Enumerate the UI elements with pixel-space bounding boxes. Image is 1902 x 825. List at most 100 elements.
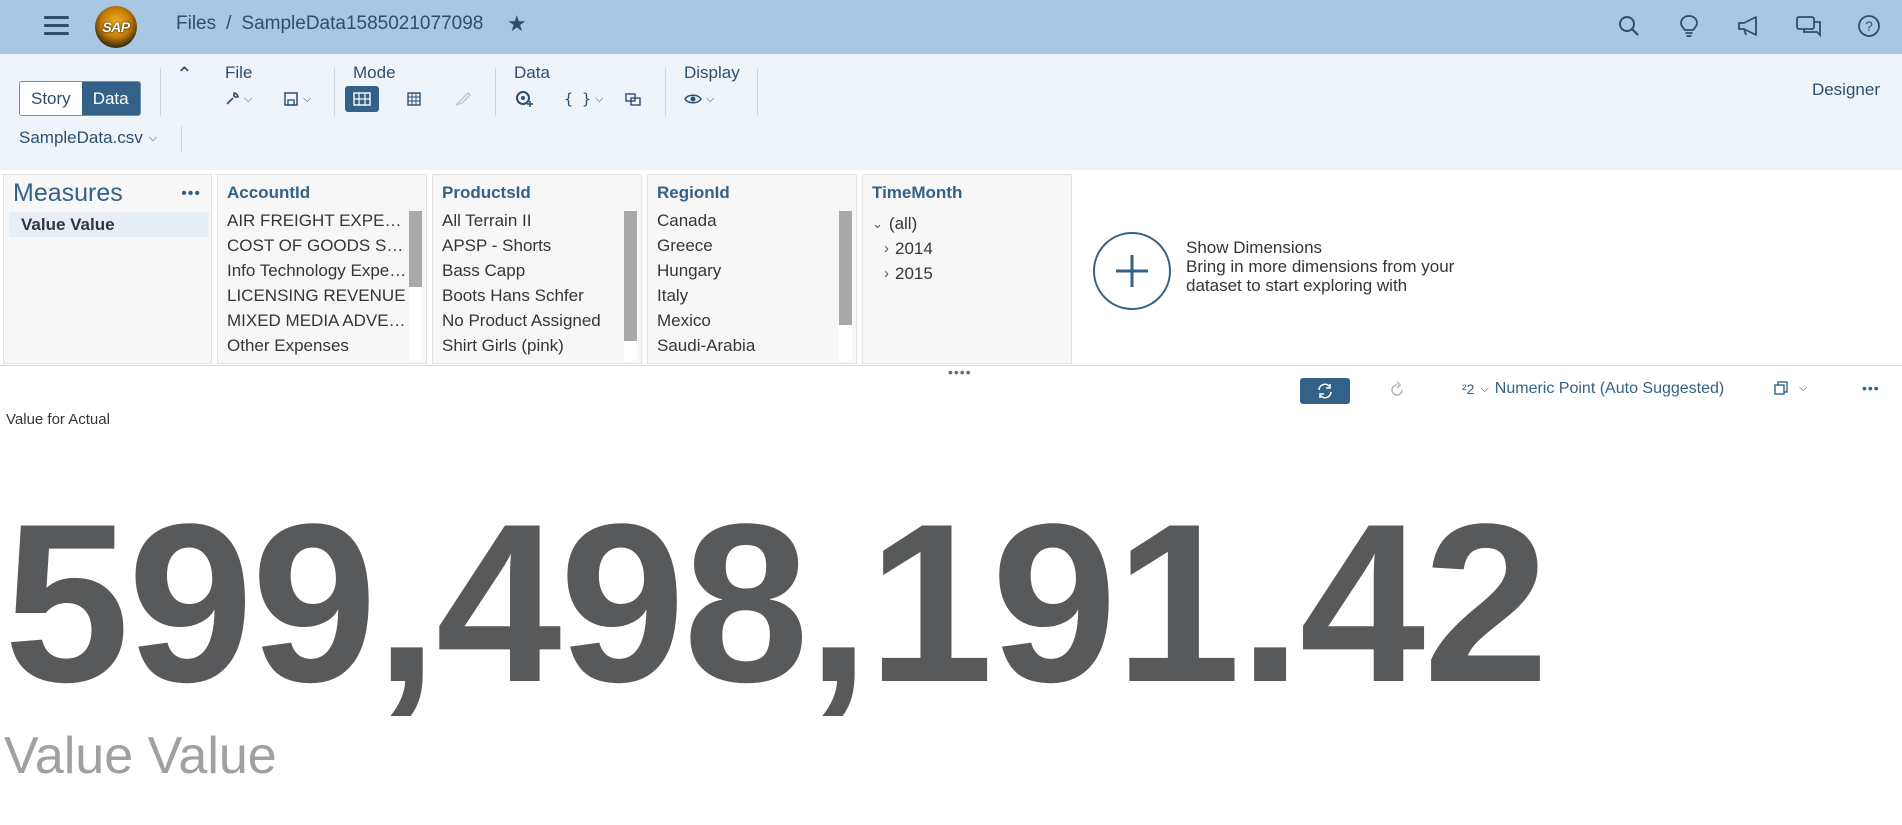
list-item[interactable]: Other Expenses xyxy=(227,336,408,361)
chart-toolbar: ²2 ⌵ Numeric Point (Auto Suggested) ⌵ ••… xyxy=(0,368,1902,412)
tree-node-2014[interactable]: › 2014 xyxy=(872,236,1053,261)
eye-icon xyxy=(684,94,702,104)
grid-chart-icon xyxy=(353,92,371,106)
scrollbar-thumb[interactable] xyxy=(839,211,852,325)
view-toggle: Story Data xyxy=(19,81,141,116)
list-item[interactable]: Mexico xyxy=(657,311,838,336)
chevron-down-icon[interactable]: ⌄ xyxy=(872,216,883,232)
tree-node-2015[interactable]: › 2015 xyxy=(872,261,1053,286)
designer-button[interactable]: Designer xyxy=(1812,80,1880,100)
refresh-icon[interactable] xyxy=(1388,381,1406,404)
region-card: RegionId Canada Greece Hungary Italy Mex… xyxy=(647,174,857,364)
table-icon xyxy=(407,92,421,106)
link-data-button[interactable] xyxy=(624,86,642,112)
copy-menu-button[interactable]: ⌵ xyxy=(1773,380,1807,396)
list-item[interactable]: Bass Capp xyxy=(442,261,623,286)
breadcrumb-files-link[interactable]: Files xyxy=(176,13,216,35)
wrangle-mode-button[interactable] xyxy=(454,86,472,112)
measure-item[interactable]: Value Value xyxy=(9,212,209,237)
chevron-down-icon: ⌵ xyxy=(706,92,715,105)
chevron-down-icon: ⌵ xyxy=(148,131,158,144)
more-options-icon[interactable]: ••• xyxy=(1862,380,1880,396)
dataset-selector[interactable]: SampleData.csv ⌵ xyxy=(19,128,157,148)
shell-bar: SAP Files / SampleData1585021077098 ★ ? xyxy=(0,0,1902,54)
time-card: TimeMonth ⌄ (all) › 2014 › 2015 xyxy=(862,174,1072,364)
list-item[interactable]: Hungary xyxy=(657,261,838,286)
dataset-add-icon xyxy=(516,91,533,107)
search-icon[interactable] xyxy=(1614,12,1644,40)
more-options-icon[interactable]: ••• xyxy=(181,185,201,203)
save-menu-button[interactable]: ⌵ xyxy=(283,86,311,112)
list-item[interactable]: Boots Hans Schfer xyxy=(442,286,623,311)
display-menu-button[interactable]: ⌵ xyxy=(684,86,714,112)
toolbar-divider xyxy=(495,68,496,116)
help-icon[interactable]: ? xyxy=(1854,12,1884,40)
measures-card: Measures ••• Value Value xyxy=(3,174,212,364)
copy-icon xyxy=(1774,381,1788,395)
list-item[interactable]: AIR FREIGHT EXPENSES xyxy=(227,211,408,236)
list-item[interactable]: Canada xyxy=(657,211,838,236)
display-group-label: Display xyxy=(684,63,740,82)
collapse-toolbar-icon[interactable]: ⌃ xyxy=(176,62,193,87)
scrollbar[interactable] xyxy=(624,211,637,361)
explore-mode-button[interactable] xyxy=(345,86,379,112)
menu-icon[interactable] xyxy=(44,13,70,37)
chevron-right-icon[interactable]: › xyxy=(884,240,889,257)
table-mode-button[interactable] xyxy=(406,86,422,112)
list-item[interactable]: Saudi-Arabia xyxy=(657,336,838,361)
chevron-down-icon: ⌵ xyxy=(1480,382,1489,395)
auto-refresh-button[interactable] xyxy=(1300,378,1350,404)
toolbar-divider xyxy=(757,68,758,116)
scrollbar[interactable] xyxy=(409,211,422,361)
chevron-down-icon: ⌵ xyxy=(244,92,253,105)
favorite-star-icon[interactable]: ★ xyxy=(507,11,527,37)
sap-logo: SAP xyxy=(95,6,137,48)
scrollbar-thumb[interactable] xyxy=(624,211,637,341)
story-view-button[interactable]: Story xyxy=(20,82,82,115)
list-item[interactable]: Info Technology Expenses xyxy=(227,261,408,286)
story-name: SampleData1585021077098 xyxy=(241,13,484,34)
formula-menu-button[interactable]: { } ⌵ xyxy=(564,86,603,112)
braces-icon: { } xyxy=(564,90,592,108)
numeric-point-value: 599,498,191.42 xyxy=(4,476,1549,729)
tree-node-label: 2015 xyxy=(895,263,933,283)
list-item[interactable]: All Terrain II xyxy=(442,211,623,236)
wrench-icon xyxy=(226,92,239,105)
plus-icon xyxy=(1116,255,1148,287)
tree-node-all[interactable]: ⌄ (all) xyxy=(872,211,1053,236)
list-item[interactable]: APSP - Shorts xyxy=(442,236,623,261)
dataset-name: SampleData.csv xyxy=(19,128,143,147)
list-item[interactable]: MIXED MEDIA ADVERTISING xyxy=(227,311,408,336)
data-view-button[interactable]: Data xyxy=(81,82,140,115)
list-item[interactable]: Greece xyxy=(657,236,838,261)
show-dimensions-text: Show Dimensions Bring in more dimensions… xyxy=(1186,238,1506,295)
lightbulb-icon[interactable] xyxy=(1674,12,1704,40)
save-icon xyxy=(284,92,298,106)
data-group-label: Data xyxy=(514,63,550,82)
shell-actions: ? xyxy=(1614,12,1884,40)
list-item[interactable]: LICENSING REVENUE xyxy=(227,286,408,311)
megaphone-icon[interactable] xyxy=(1734,12,1764,40)
time-title: TimeMonth xyxy=(872,183,963,202)
list-item[interactable]: COST OF GOODS SOLD xyxy=(227,236,408,261)
list-item[interactable]: Italy xyxy=(657,286,838,311)
chat-icon[interactable] xyxy=(1794,12,1824,40)
products-list: All Terrain II APSP - Shorts Bass Capp B… xyxy=(442,211,623,361)
chart-type-selector[interactable]: ²2 ⌵ Numeric Point (Auto Suggested) xyxy=(1462,380,1724,398)
chevron-down-icon: ⌵ xyxy=(303,92,312,105)
show-dimensions-button[interactable] xyxy=(1093,232,1171,310)
list-item[interactable]: Shirt Girls (pink) xyxy=(442,336,623,361)
toolbar-divider xyxy=(181,126,182,152)
list-item[interactable]: No Product Assigned xyxy=(442,311,623,336)
add-data-button[interactable] xyxy=(515,86,535,112)
scrollbar[interactable] xyxy=(839,211,852,361)
toolbar-divider xyxy=(160,68,161,116)
scrollbar-thumb[interactable] xyxy=(409,211,422,287)
breadcrumb-separator: / xyxy=(226,13,232,34)
chevron-right-icon[interactable]: › xyxy=(884,265,889,282)
brush-icon xyxy=(455,92,471,106)
tools-menu-button[interactable]: ⌵ xyxy=(224,86,252,112)
time-tree: ⌄ (all) › 2014 › 2015 xyxy=(872,211,1053,286)
tree-node-label: 2014 xyxy=(895,238,933,258)
account-card: AccountId AIR FREIGHT EXPENSES COST OF G… xyxy=(217,174,427,364)
